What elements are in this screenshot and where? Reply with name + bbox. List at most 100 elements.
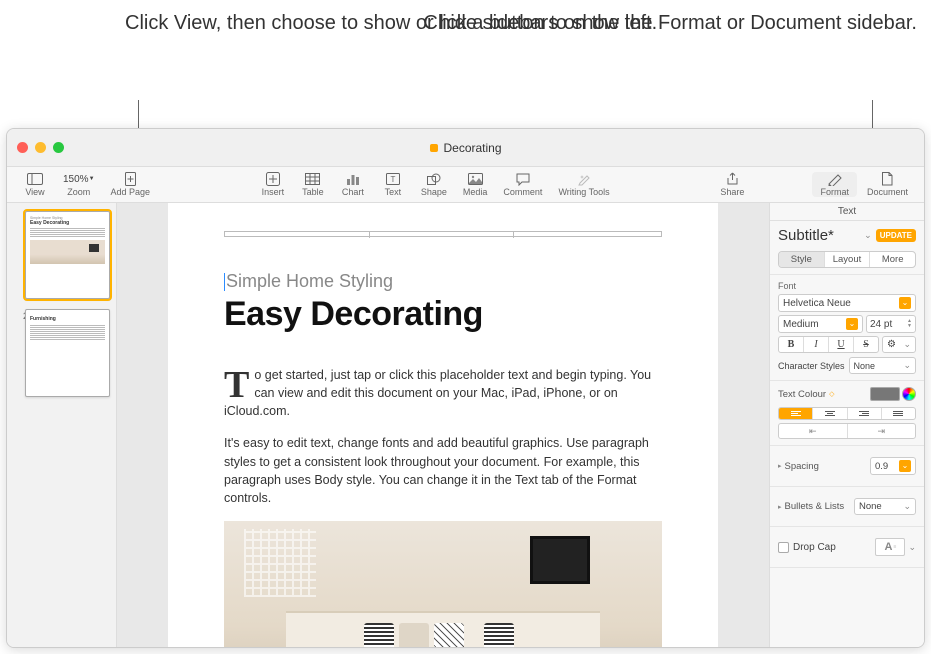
maximize-button[interactable] — [53, 142, 64, 153]
character-styles-select[interactable]: None⌄ — [849, 357, 916, 374]
insert-label: Insert — [262, 187, 285, 197]
close-button[interactable] — [17, 142, 28, 153]
colour-swatch[interactable] — [870, 387, 900, 401]
titlebar: Decorating — [7, 129, 924, 167]
stepper-icon[interactable]: ▲▼ — [907, 319, 912, 329]
font-family-select[interactable]: Helvetica Neue⌄ — [778, 294, 916, 312]
paragraph-1[interactable]: To get started, just tap or click this p… — [224, 366, 662, 420]
hero-image[interactable] — [224, 521, 662, 647]
add-page-label: Add Page — [111, 187, 151, 197]
spacing-value[interactable]: 0.9⌄ — [870, 457, 916, 475]
text-label: Text — [385, 187, 402, 197]
comment-label: Comment — [503, 187, 542, 197]
dropcap-checkbox[interactable] — [778, 542, 789, 553]
seg-more[interactable]: More — [870, 252, 915, 267]
chevron-down-icon: ⌄ — [846, 318, 858, 330]
window-title: Decorating — [429, 141, 501, 155]
chevron-down-icon: ⌄ — [899, 460, 911, 472]
document-canvas[interactable]: Simple Home Styling Easy Decorating To g… — [117, 203, 769, 647]
table-button[interactable]: Table — [293, 172, 333, 197]
zoom-value: 150% ▼ — [63, 172, 95, 186]
shape-button[interactable]: Shape — [413, 172, 455, 197]
font-advanced-button[interactable]: ⚙⌄ — [882, 336, 916, 353]
font-section-label: Font — [778, 281, 916, 291]
thumbnails-sidebar: 1 Simple Home Styling Easy Decorating 2 … — [7, 203, 117, 647]
zoom-label: Zoom — [67, 187, 90, 197]
font-weight-select[interactable]: Medium⌄ — [778, 315, 863, 333]
chart-button[interactable]: Chart — [333, 172, 373, 197]
bullets-select[interactable]: None⌄ — [854, 498, 916, 515]
comment-icon — [515, 172, 531, 186]
seg-style[interactable]: Style — [779, 252, 825, 267]
text-button[interactable]: T Text — [373, 172, 413, 197]
document-icon — [429, 144, 437, 152]
align-center-button[interactable] — [813, 408, 847, 419]
traffic-lights — [7, 142, 64, 153]
minimize-button[interactable] — [35, 142, 46, 153]
zoom-button[interactable]: 150% ▼ Zoom — [55, 172, 103, 197]
italic-button[interactable]: I — [804, 337, 829, 352]
add-page-button[interactable]: Add Page — [103, 172, 159, 197]
seg-layout[interactable]: Layout — [825, 252, 871, 267]
table-icon — [305, 172, 321, 186]
gear-icon: ⚙ — [887, 339, 896, 350]
sidebar-icon — [27, 172, 43, 186]
text-cursor — [224, 273, 225, 291]
format-segmented-control[interactable]: Style Layout More — [778, 251, 916, 268]
character-styles-label: Character Styles — [778, 361, 845, 371]
share-label: Share — [720, 187, 744, 197]
document-page[interactable]: Simple Home Styling Easy Decorating To g… — [168, 203, 718, 647]
add-page-icon — [122, 172, 138, 186]
font-size-field[interactable]: 24 pt▲▼ — [866, 315, 916, 333]
app-window: Decorating View 150% ▼ Zoom Add Page — [6, 128, 925, 648]
view-button[interactable]: View — [15, 172, 55, 197]
bold-button[interactable]: B — [779, 337, 804, 352]
shape-icon — [426, 172, 442, 186]
underline-button[interactable]: U — [829, 337, 854, 352]
indent-button[interactable]: ⇥ — [848, 424, 916, 438]
writing-tools-icon — [576, 172, 592, 186]
insert-icon — [265, 172, 281, 186]
ruler[interactable] — [224, 231, 662, 237]
align-justify-button[interactable] — [882, 408, 915, 419]
media-icon — [467, 172, 483, 186]
chevron-down-icon[interactable]: ⌄ — [908, 542, 916, 553]
align-left-button[interactable] — [779, 408, 813, 419]
strikethrough-button[interactable]: S — [854, 337, 878, 352]
spacing-label[interactable]: ▸Spacing — [778, 461, 819, 472]
paragraph-2[interactable]: It's easy to edit text, change fonts and… — [224, 434, 662, 507]
bullets-label[interactable]: ▸Bullets & Lists — [778, 501, 844, 512]
colour-wheel-button[interactable] — [902, 387, 916, 401]
annotation-format-document: Click a button to show the Format or Doc… — [423, 10, 917, 36]
document-button[interactable]: Document — [859, 172, 916, 197]
format-tab-text[interactable]: Text — [770, 203, 924, 221]
chart-icon — [345, 172, 361, 186]
headline-text[interactable]: Easy Decorating — [224, 295, 662, 334]
dropcap: T — [224, 366, 254, 402]
thumbnail-page-2[interactable]: Furnishing — [25, 309, 110, 397]
writing-tools-button[interactable]: Writing Tools — [550, 172, 617, 197]
subtitle-text[interactable]: Simple Home Styling — [224, 271, 662, 292]
paragraph-style-picker[interactable]: Subtitle* ⌄ — [778, 227, 872, 244]
toolbar: View 150% ▼ Zoom Add Page Insert Table — [7, 167, 924, 203]
update-style-button[interactable]: UPDATE — [876, 229, 916, 242]
align-right-button[interactable] — [848, 408, 882, 419]
format-label: Format — [820, 187, 849, 197]
chevron-down-icon: ⌄ — [899, 297, 911, 309]
share-button[interactable]: Share — [712, 172, 752, 197]
insert-button[interactable]: Insert — [253, 172, 293, 197]
svg-text:T: T — [390, 175, 395, 184]
view-label: View — [25, 187, 44, 197]
outdent-button[interactable]: ⇤ — [779, 424, 848, 438]
shape-label: Shape — [421, 187, 447, 197]
media-button[interactable]: Media — [455, 172, 496, 197]
format-sidebar: Text Subtitle* ⌄ UPDATE Style Layout Mor… — [769, 203, 924, 647]
format-button[interactable]: Format — [812, 172, 857, 197]
share-icon — [724, 172, 740, 186]
document-label: Document — [867, 187, 908, 197]
table-label: Table — [302, 187, 324, 197]
thumbnail-page-1[interactable]: Simple Home Styling Easy Decorating — [25, 211, 110, 299]
chart-label: Chart — [342, 187, 364, 197]
dropcap-preview[interactable]: A≡ — [875, 538, 905, 556]
comment-button[interactable]: Comment — [495, 172, 550, 197]
